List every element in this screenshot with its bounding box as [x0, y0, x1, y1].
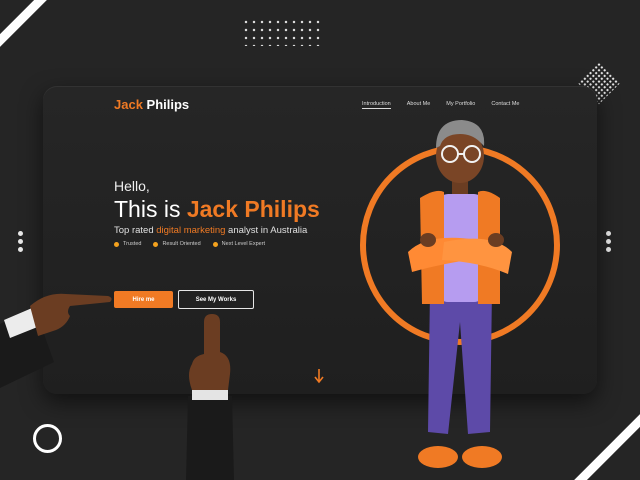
character-illustration	[408, 120, 512, 468]
decor-stripe-top-left	[0, 0, 54, 50]
pointing-hand-left-illustration	[0, 293, 112, 388]
brand-first-name: Jack	[114, 97, 143, 112]
decor-dot-grid	[242, 18, 320, 46]
bullet-icon	[212, 241, 218, 247]
hero-subtitle-after: analyst in Australia	[225, 225, 308, 236]
feature-label: Result Oriented	[162, 241, 201, 247]
nav-item-my-portfolio[interactable]: My Portfolio	[446, 101, 475, 109]
feature-item: Trusted	[114, 241, 141, 247]
bullet-icon	[153, 241, 159, 247]
pagination-dots-icon-right[interactable]	[606, 231, 611, 252]
hire-me-button[interactable]: Hire me	[114, 291, 173, 308]
feature-list: Trusted Result Oriented Next Level Exper…	[114, 241, 265, 247]
pointing-hand-up-illustration	[186, 314, 234, 480]
feature-item: Result Oriented	[153, 241, 201, 247]
pagination-dots-icon-left[interactable]	[18, 231, 23, 252]
brand-last-name: Philips	[146, 97, 190, 112]
feature-label: Trusted	[123, 241, 142, 247]
see-my-works-button[interactable]: See My Works	[178, 290, 254, 309]
nav-item-about-me[interactable]: About Me	[407, 101, 431, 109]
feature-label: Next Level Expert	[221, 241, 266, 247]
hero-subtitle-before: Top rated	[114, 225, 157, 236]
decor-ring	[33, 424, 62, 453]
hero-headline: This is Jack Philips	[114, 196, 320, 223]
hero-headline-prefix: This is	[114, 196, 187, 222]
nav-item-contact-me[interactable]: Contact Me	[491, 101, 519, 109]
hero-greeting: Hello,	[114, 178, 150, 194]
brand-logo[interactable]: Jack Philips	[114, 97, 189, 112]
hero-subtitle-highlight: digital marketing	[156, 225, 226, 236]
bullet-icon	[114, 241, 119, 247]
scroll-down-arrow-icon[interactable]	[313, 368, 325, 384]
main-nav: Introduction About Me My Portfolio Conta…	[362, 101, 519, 109]
feature-item: Next Level Expert	[212, 241, 266, 247]
decor-stripe-bottom-right	[572, 403, 640, 480]
hero-headline-name: Jack Philips	[186, 196, 320, 222]
nav-item-introduction[interactable]: Introduction	[362, 101, 391, 109]
hero-subtitle: Top rated digital marketing analyst in A…	[114, 225, 307, 236]
